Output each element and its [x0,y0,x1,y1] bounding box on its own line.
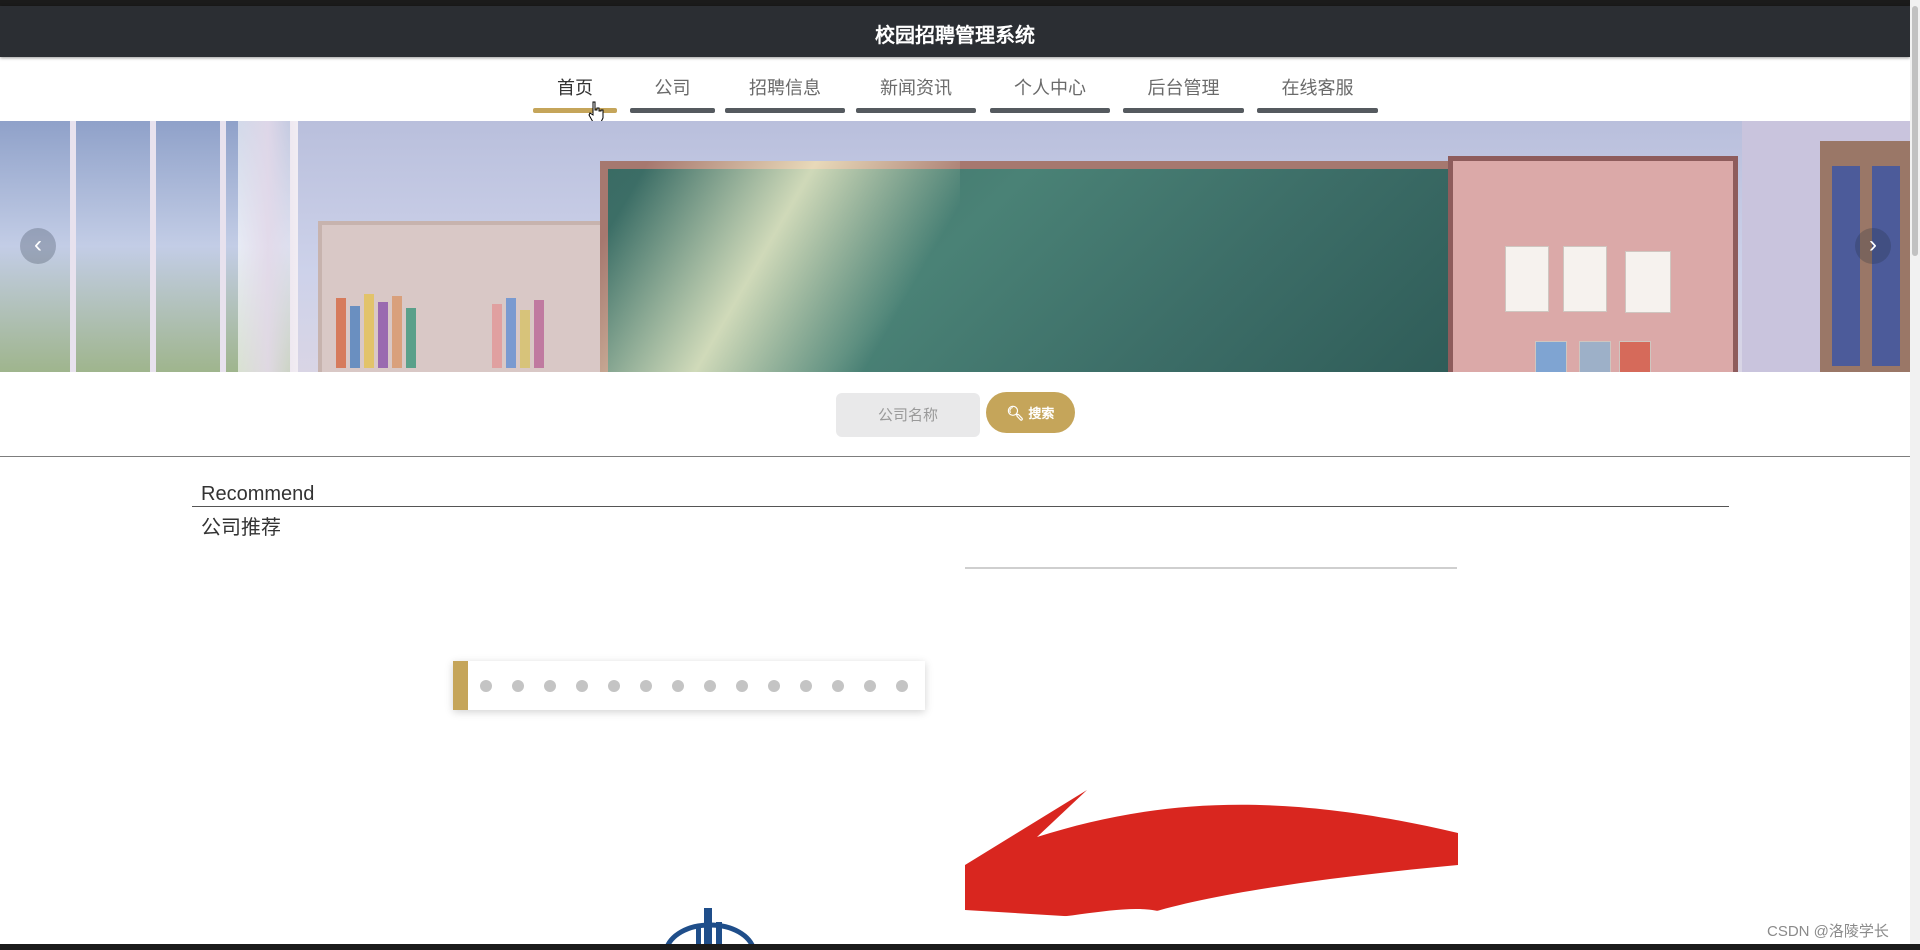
nav-underline [725,108,845,113]
nav-underline [1257,108,1378,113]
nav-item-label: 招聘信息 [749,78,821,98]
section-title-en: Recommend [201,483,315,505]
hero-carousel[interactable] [0,121,1910,372]
main-nav: 首页 公司 招聘信息 新闻资讯 个人中心 后台管理 在线客服 [0,57,1910,121]
pager-dot[interactable] [736,680,748,692]
section-title-cn: 公司推荐 [201,517,281,539]
pager-dot[interactable] [640,680,652,692]
banner-light [600,161,960,372]
nav-item-label: 在线客服 [1281,78,1354,98]
nav-underline [630,108,715,113]
pager-dot[interactable] [480,680,492,692]
banner-door [1448,156,1738,372]
watermark-text: CSDN @洛陵学长 [1767,923,1889,940]
card-separator [965,567,1457,569]
pager-dot[interactable] [800,680,812,692]
search-button[interactable]: 🔍︎ 搜索 [986,392,1075,433]
pager-dot[interactable] [608,680,620,692]
pager-dot[interactable] [832,680,844,692]
nav-item-profile[interactable]: 个人中心 [990,57,1110,113]
app-title: 校园招聘管理系统 [875,25,1035,47]
chevron-left-icon[interactable]: ‹ [20,228,56,264]
nav-item-company[interactable]: 公司 [630,57,715,113]
search-icon: 🔍︎ [1006,405,1025,421]
app-header: 校园招聘管理系统 [0,6,1910,57]
nav-item-label: 个人中心 [1014,78,1086,98]
pager-dot[interactable] [576,680,588,692]
screen-bottom-edge [0,944,1920,950]
nav-item-admin[interactable]: 后台管理 [1123,57,1244,113]
hand-cursor-icon [588,101,604,123]
company-logo-red[interactable] [965,785,1458,925]
banner-curtain [238,121,298,372]
nav-item-news[interactable]: 新闻资讯 [856,57,976,113]
carousel-pager [453,661,925,710]
nav-item-label: 后台管理 [1147,78,1220,98]
pager-dot[interactable] [704,680,716,692]
nav-underline [856,108,976,113]
pager-accent [453,661,468,710]
company-search-input[interactable] [836,393,980,437]
pager-dot[interactable] [544,680,556,692]
company-logo-blue[interactable] [660,900,760,950]
nav-item-label: 新闻资讯 [880,78,952,98]
nav-item-label: 公司 [654,78,691,98]
section-title-rule [192,506,1729,507]
pager-dot[interactable] [512,680,524,692]
pager-dot[interactable] [768,680,780,692]
nav-item-support[interactable]: 在线客服 [1257,57,1378,113]
search-button-label: 搜索 [1028,406,1055,421]
scrollbar-thumb[interactable] [1912,6,1918,256]
chevron-right-icon[interactable]: › [1855,228,1891,264]
banner-bookshelf [318,221,606,372]
nav-item-jobs[interactable]: 招聘信息 [725,57,845,113]
nav-underline [1123,108,1244,113]
nav-underline [990,108,1110,113]
pager-dot[interactable] [896,680,908,692]
nav-item-label: 首页 [557,78,593,98]
pager-dot[interactable] [672,680,684,692]
pager-dot[interactable] [864,680,876,692]
section-divider [0,456,1910,457]
